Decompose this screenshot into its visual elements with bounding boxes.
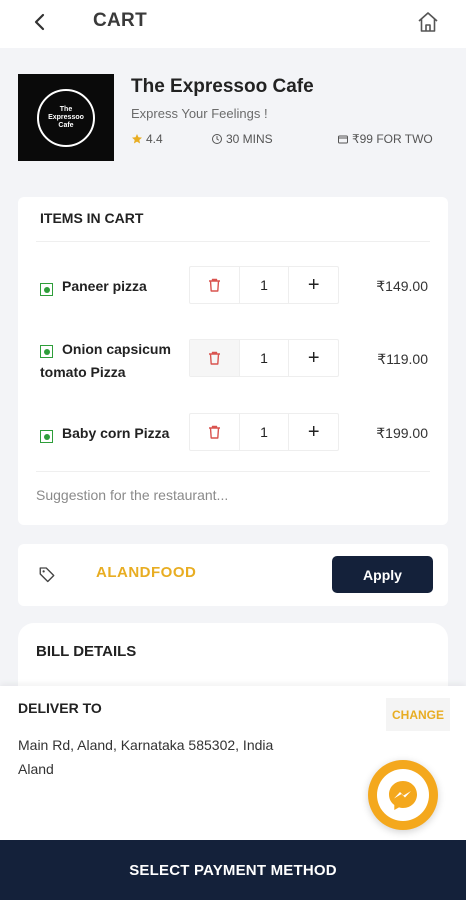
divider xyxy=(36,241,430,242)
restaurant-logo: The Expressoo Cafe xyxy=(18,74,114,161)
suggestion-input[interactable] xyxy=(36,487,426,503)
rating: 4.4 xyxy=(131,132,163,146)
cart-title: ITEMS IN CART xyxy=(40,210,144,226)
chat-button[interactable] xyxy=(368,760,438,830)
remove-item-button[interactable] xyxy=(190,340,239,376)
top-bar: CART xyxy=(0,0,466,48)
price-for-two-value: ₹99 FOR TWO xyxy=(352,132,433,146)
wallet-icon xyxy=(338,135,348,144)
messenger-icon xyxy=(389,781,417,810)
quantity-stepper: 1 + xyxy=(189,266,339,304)
logo-text-3: Cafe xyxy=(58,121,74,129)
trash-icon xyxy=(208,278,220,292)
back-button[interactable] xyxy=(26,8,54,36)
remove-item-button[interactable] xyxy=(190,267,239,303)
increase-quantity-button[interactable]: + xyxy=(289,414,338,450)
delivery-panel: DELIVER TO CHANGE Main Rd, Aland, Karnat… xyxy=(0,686,466,840)
quantity-stepper: 1 + xyxy=(189,339,339,377)
increase-quantity-button[interactable]: + xyxy=(289,340,338,376)
apply-coupon-button[interactable]: Apply xyxy=(332,556,433,593)
logo-text-2: Expressoo xyxy=(48,113,84,121)
chat-button-inner xyxy=(377,769,429,821)
price-for-two: ₹99 FOR TWO xyxy=(337,132,433,146)
coupon-card: Apply xyxy=(18,544,448,606)
item-quantity: 1 xyxy=(238,414,290,450)
home-icon xyxy=(418,12,438,32)
address-line-1: Main Rd, Aland, Karnataka 585302, India xyxy=(18,737,274,753)
remove-item-button[interactable] xyxy=(190,414,239,450)
increase-quantity-button[interactable]: + xyxy=(289,267,338,303)
veg-icon xyxy=(40,430,53,443)
clock-icon xyxy=(212,134,222,144)
trash-icon xyxy=(208,351,220,365)
veg-icon xyxy=(40,283,53,296)
item-name: Paneer pizza xyxy=(62,278,147,294)
cart-items-card: ITEMS IN CART Paneer pizza 1 + ₹149.00 O… xyxy=(18,197,448,525)
trash-icon xyxy=(208,425,220,439)
select-payment-method-button[interactable]: SELECT PAYMENT METHOD xyxy=(0,840,466,900)
item-price: ₹199.00 xyxy=(376,425,428,441)
item-price: ₹149.00 xyxy=(376,278,428,294)
bill-details-title: BILL DETAILS xyxy=(36,643,137,660)
page-title: CART xyxy=(93,10,147,31)
logo-text-1: The xyxy=(59,105,73,113)
quantity-stepper: 1 + xyxy=(189,413,339,451)
item-name: Onion capsicum tomato Pizza xyxy=(40,341,171,380)
restaurant-name: The Expressoo Cafe xyxy=(131,76,314,97)
item-quantity: 1 xyxy=(238,267,290,303)
tag-icon xyxy=(39,567,55,583)
logo-badge: The Expressoo Cafe xyxy=(37,88,95,147)
rating-value: 4.4 xyxy=(146,132,163,146)
restaurant-header: The Expressoo Cafe The Expressoo Cafe Ex… xyxy=(0,48,466,178)
delivery-time: 30 MINS xyxy=(211,132,273,146)
change-address-button[interactable]: CHANGE xyxy=(386,698,450,731)
address-line-2: Aland xyxy=(18,761,54,777)
restaurant-tagline: Express Your Feelings ! xyxy=(131,106,268,121)
coupon-code-input[interactable] xyxy=(96,564,296,581)
delivery-time-value: 30 MINS xyxy=(226,132,273,146)
star-icon xyxy=(132,134,142,144)
divider xyxy=(36,471,430,472)
item-quantity: 1 xyxy=(238,340,290,376)
item-name: Baby corn Pizza xyxy=(62,425,170,441)
home-button[interactable] xyxy=(414,8,442,36)
deliver-to-title: DELIVER TO xyxy=(18,700,102,716)
item-price: ₹119.00 xyxy=(377,351,428,367)
chevron-left-icon xyxy=(34,13,45,31)
